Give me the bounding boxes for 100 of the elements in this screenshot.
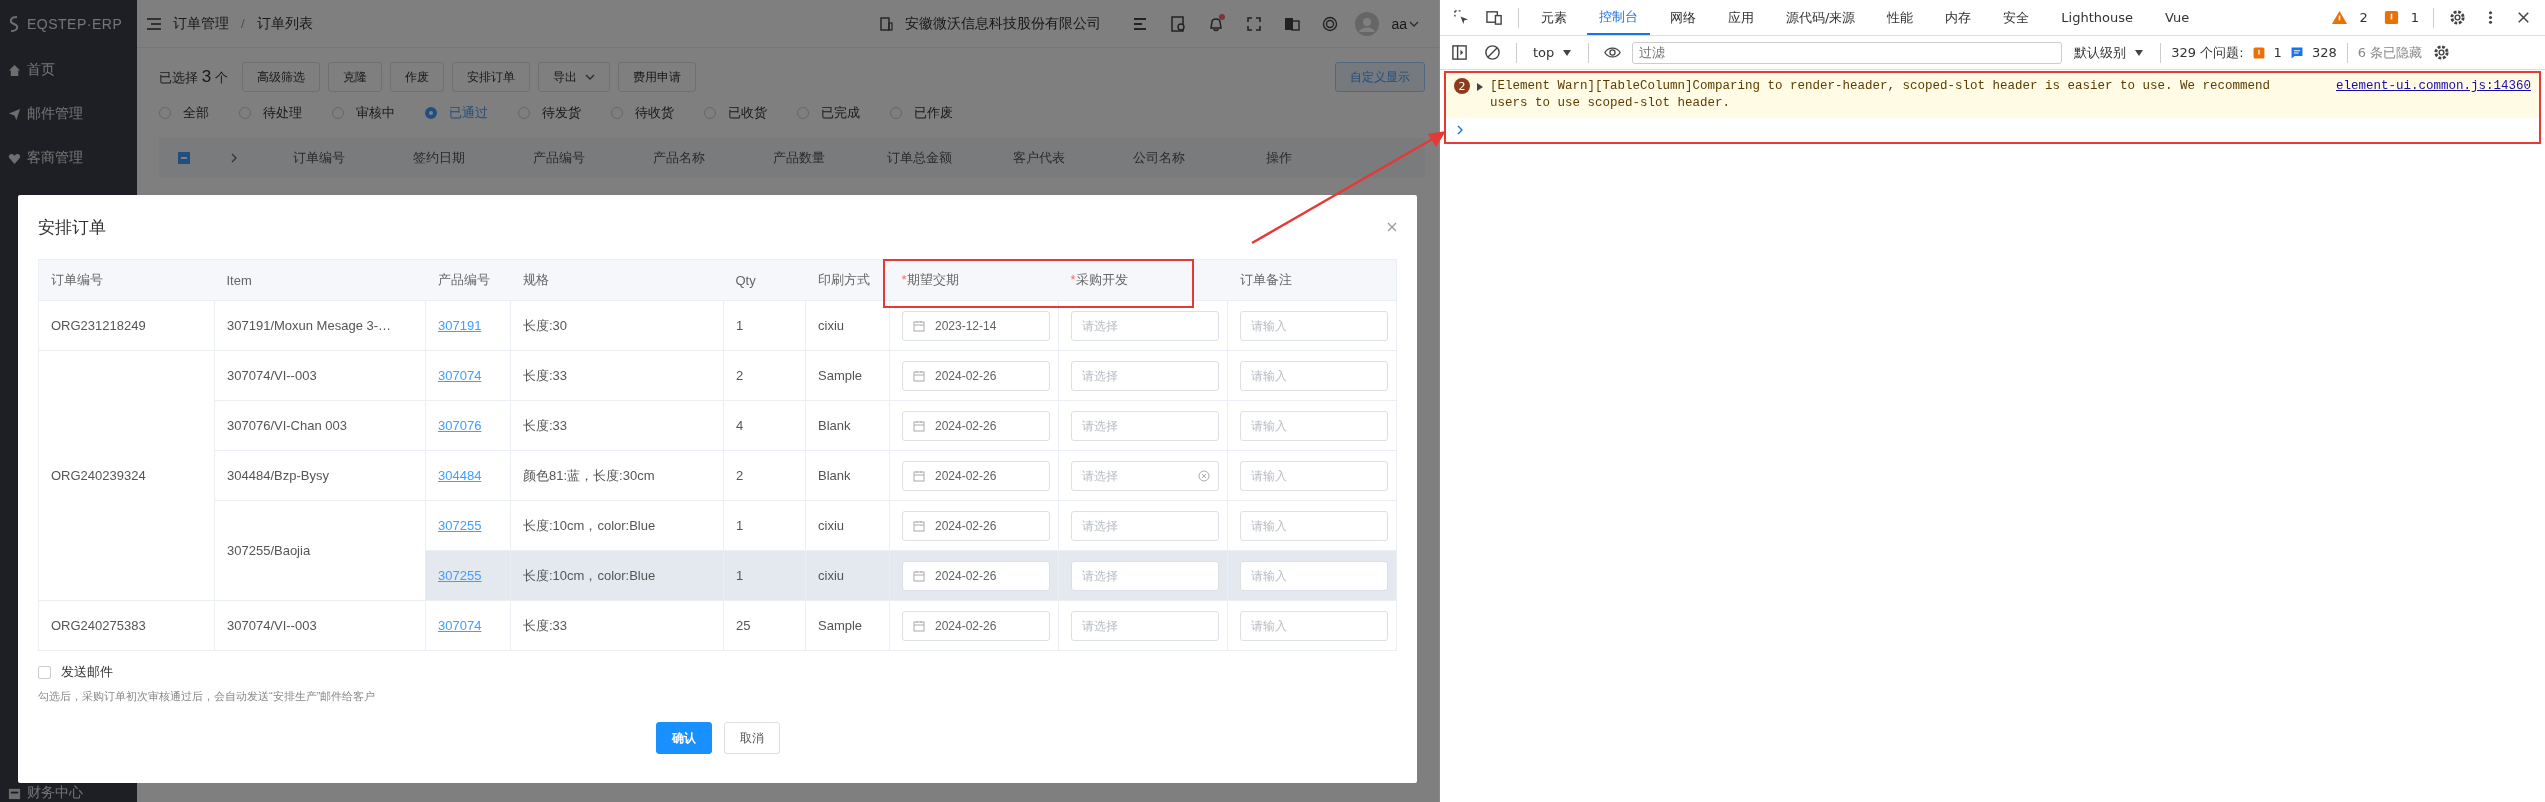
toolbar-button[interactable]: 高级筛选 [241, 62, 320, 92]
devtools-tab[interactable]: 内存 [1933, 0, 1984, 35]
selection-count: 已选择 3 个 [159, 67, 228, 87]
status-radio[interactable]: 待处理 [239, 104, 302, 122]
prompt-icon[interactable] [1455, 125, 1464, 135]
clear-console-icon[interactable] [1483, 44, 1501, 61]
issue-info-count[interactable]: 328 [2311, 45, 2337, 60]
devtools-tab[interactable]: Lighthouse [2049, 0, 2145, 35]
status-radio[interactable]: 全部 [159, 104, 209, 122]
note-input[interactable]: 请输入 [1240, 560, 1388, 591]
note-input[interactable]: 请输入 [1240, 460, 1388, 491]
date-field[interactable]: 2024-02-26 [902, 460, 1050, 491]
devtools-tab[interactable]: 应用 [1715, 0, 1766, 35]
devtools-tab[interactable]: 源代码/来源 [1773, 0, 1868, 35]
devtools-tab[interactable]: 元素 [1528, 0, 1579, 35]
select-field[interactable]: 请选择 [1071, 560, 1219, 591]
source-link[interactable]: element-ui.common.js:14360 [2335, 78, 2531, 95]
select-field[interactable]: 请选择 [1071, 360, 1219, 391]
menu-label: 邮件管理 [27, 105, 83, 123]
status-radio[interactable]: 审核中 [332, 104, 395, 122]
table-cell: 4 [723, 400, 806, 451]
sidebar-item[interactable]: 首页 [0, 48, 137, 92]
product-link[interactable]: 307255 [438, 568, 482, 583]
product-link[interactable]: 307076 [438, 418, 482, 433]
document-icon[interactable] [1170, 15, 1187, 32]
confirm-button[interactable]: 确认 [655, 722, 712, 754]
product-link[interactable]: 307074 [438, 618, 482, 633]
settings-icon[interactable] [2449, 9, 2466, 26]
checkbox[interactable] [38, 665, 51, 679]
date-field[interactable]: 2023-12-14 [902, 310, 1050, 341]
log-level-dropdown[interactable]: 默认级别 [2068, 43, 2151, 62]
product-link[interactable]: 304484 [438, 468, 482, 483]
date-field[interactable]: 2024-02-26 [902, 560, 1050, 591]
list-icon[interactable] [1132, 15, 1149, 32]
select-field[interactable]: 请选择 [1071, 460, 1219, 491]
devtools-tab[interactable]: 控制台 [1586, 0, 1650, 35]
devtools-tab[interactable]: 安全 [1991, 0, 2042, 35]
devtools-tab[interactable]: 网络 [1657, 0, 1708, 35]
breadcrumb-item[interactable]: 订单管理 [173, 14, 229, 33]
date-field[interactable]: 2024-02-26 [902, 410, 1050, 441]
select-field[interactable]: 请选择 [1071, 510, 1219, 541]
select-field[interactable]: 请选择 [1071, 310, 1219, 341]
eye-icon[interactable] [1604, 44, 1622, 61]
status-radio[interactable]: 已完成 [797, 104, 860, 122]
note-input[interactable]: 请输入 [1240, 610, 1388, 641]
sidebar-item[interactable]: 客商管理 [0, 136, 137, 180]
toolbar-button[interactable]: 费用申请 [617, 62, 696, 92]
column-header: Qty [723, 259, 806, 301]
cancel-button[interactable]: 取消 [723, 722, 780, 754]
device-icon[interactable] [1485, 9, 1503, 26]
note-input[interactable]: 请输入 [1240, 410, 1388, 441]
translate-icon[interactable] [1284, 15, 1301, 32]
date-field[interactable]: 2024-02-26 [902, 360, 1050, 391]
inspect-icon[interactable] [1452, 9, 1470, 26]
expand-triangle-icon[interactable] [1475, 82, 1484, 92]
table-cell: 307074/VI--003 [214, 600, 426, 651]
select-field[interactable]: 请选择 [1071, 610, 1219, 641]
date-field[interactable]: 2024-02-26 [902, 510, 1050, 541]
warning-count[interactable]: 2 [2359, 10, 2368, 25]
note-input[interactable]: 请输入 [1240, 510, 1388, 541]
checkbox-label[interactable]: 发送邮件 [61, 663, 113, 681]
settings-icon[interactable] [2433, 44, 2451, 61]
paper-plane-icon [8, 107, 21, 121]
select-field[interactable]: 请选择 [1071, 410, 1219, 441]
note-input[interactable]: 请输入 [1240, 360, 1388, 391]
devtools-tab[interactable]: Vue [2153, 0, 2202, 35]
bell-icon[interactable] [1208, 15, 1225, 32]
filter-field[interactable]: 过滤 [1632, 41, 2063, 64]
product-link[interactable]: 307255 [438, 518, 482, 533]
date-field[interactable]: 2024-02-26 [902, 610, 1050, 641]
table-cell: 25 [723, 600, 806, 651]
table-cell: Blank [805, 450, 890, 501]
sidebar-item[interactable]: 邮件管理 [0, 92, 137, 136]
circle-icon[interactable] [1322, 15, 1339, 32]
status-radio[interactable]: 已收货 [704, 104, 767, 122]
issue-error-count[interactable]: 1 [2273, 45, 2282, 60]
fullscreen-icon[interactable] [1246, 15, 1263, 32]
error-count[interactable]: 1 [2410, 10, 2419, 25]
select-all-checkbox[interactable] [178, 152, 190, 164]
caret-icon [2134, 48, 2145, 57]
clear-icon[interactable] [1198, 469, 1210, 482]
toolbar-button[interactable]: 安排订单 [451, 62, 530, 92]
product-link[interactable]: 307074 [438, 368, 482, 383]
status-radio[interactable]: 待发货 [518, 104, 581, 122]
note-input[interactable]: 请输入 [1240, 310, 1388, 341]
hint-text: 勾选后，采购订单初次审核通过后，会自动发送“安排生产”邮件给客户 [38, 689, 377, 704]
export-dropdown[interactable]: 导出 [537, 62, 610, 92]
close-icon[interactable] [2515, 9, 2532, 26]
toolbar-button[interactable]: 作废 [389, 62, 444, 92]
context-dropdown[interactable]: top [1526, 45, 1579, 60]
toolbar-button[interactable]: 克隆 [327, 62, 382, 92]
status-radio[interactable]: 待收货 [611, 104, 674, 122]
menu-icon[interactable] [147, 17, 161, 30]
sidebar-item[interactable]: 财务中心 [0, 784, 137, 802]
expand-icon[interactable] [230, 153, 238, 163]
sidebar-icon[interactable] [1450, 44, 1468, 61]
user-menu[interactable]: aa [1391, 15, 1419, 32]
status-radio[interactable]: 已作废 [890, 104, 953, 122]
devtools-tab[interactable]: 性能 [1875, 0, 1926, 35]
product-link[interactable]: 307191 [438, 318, 482, 333]
